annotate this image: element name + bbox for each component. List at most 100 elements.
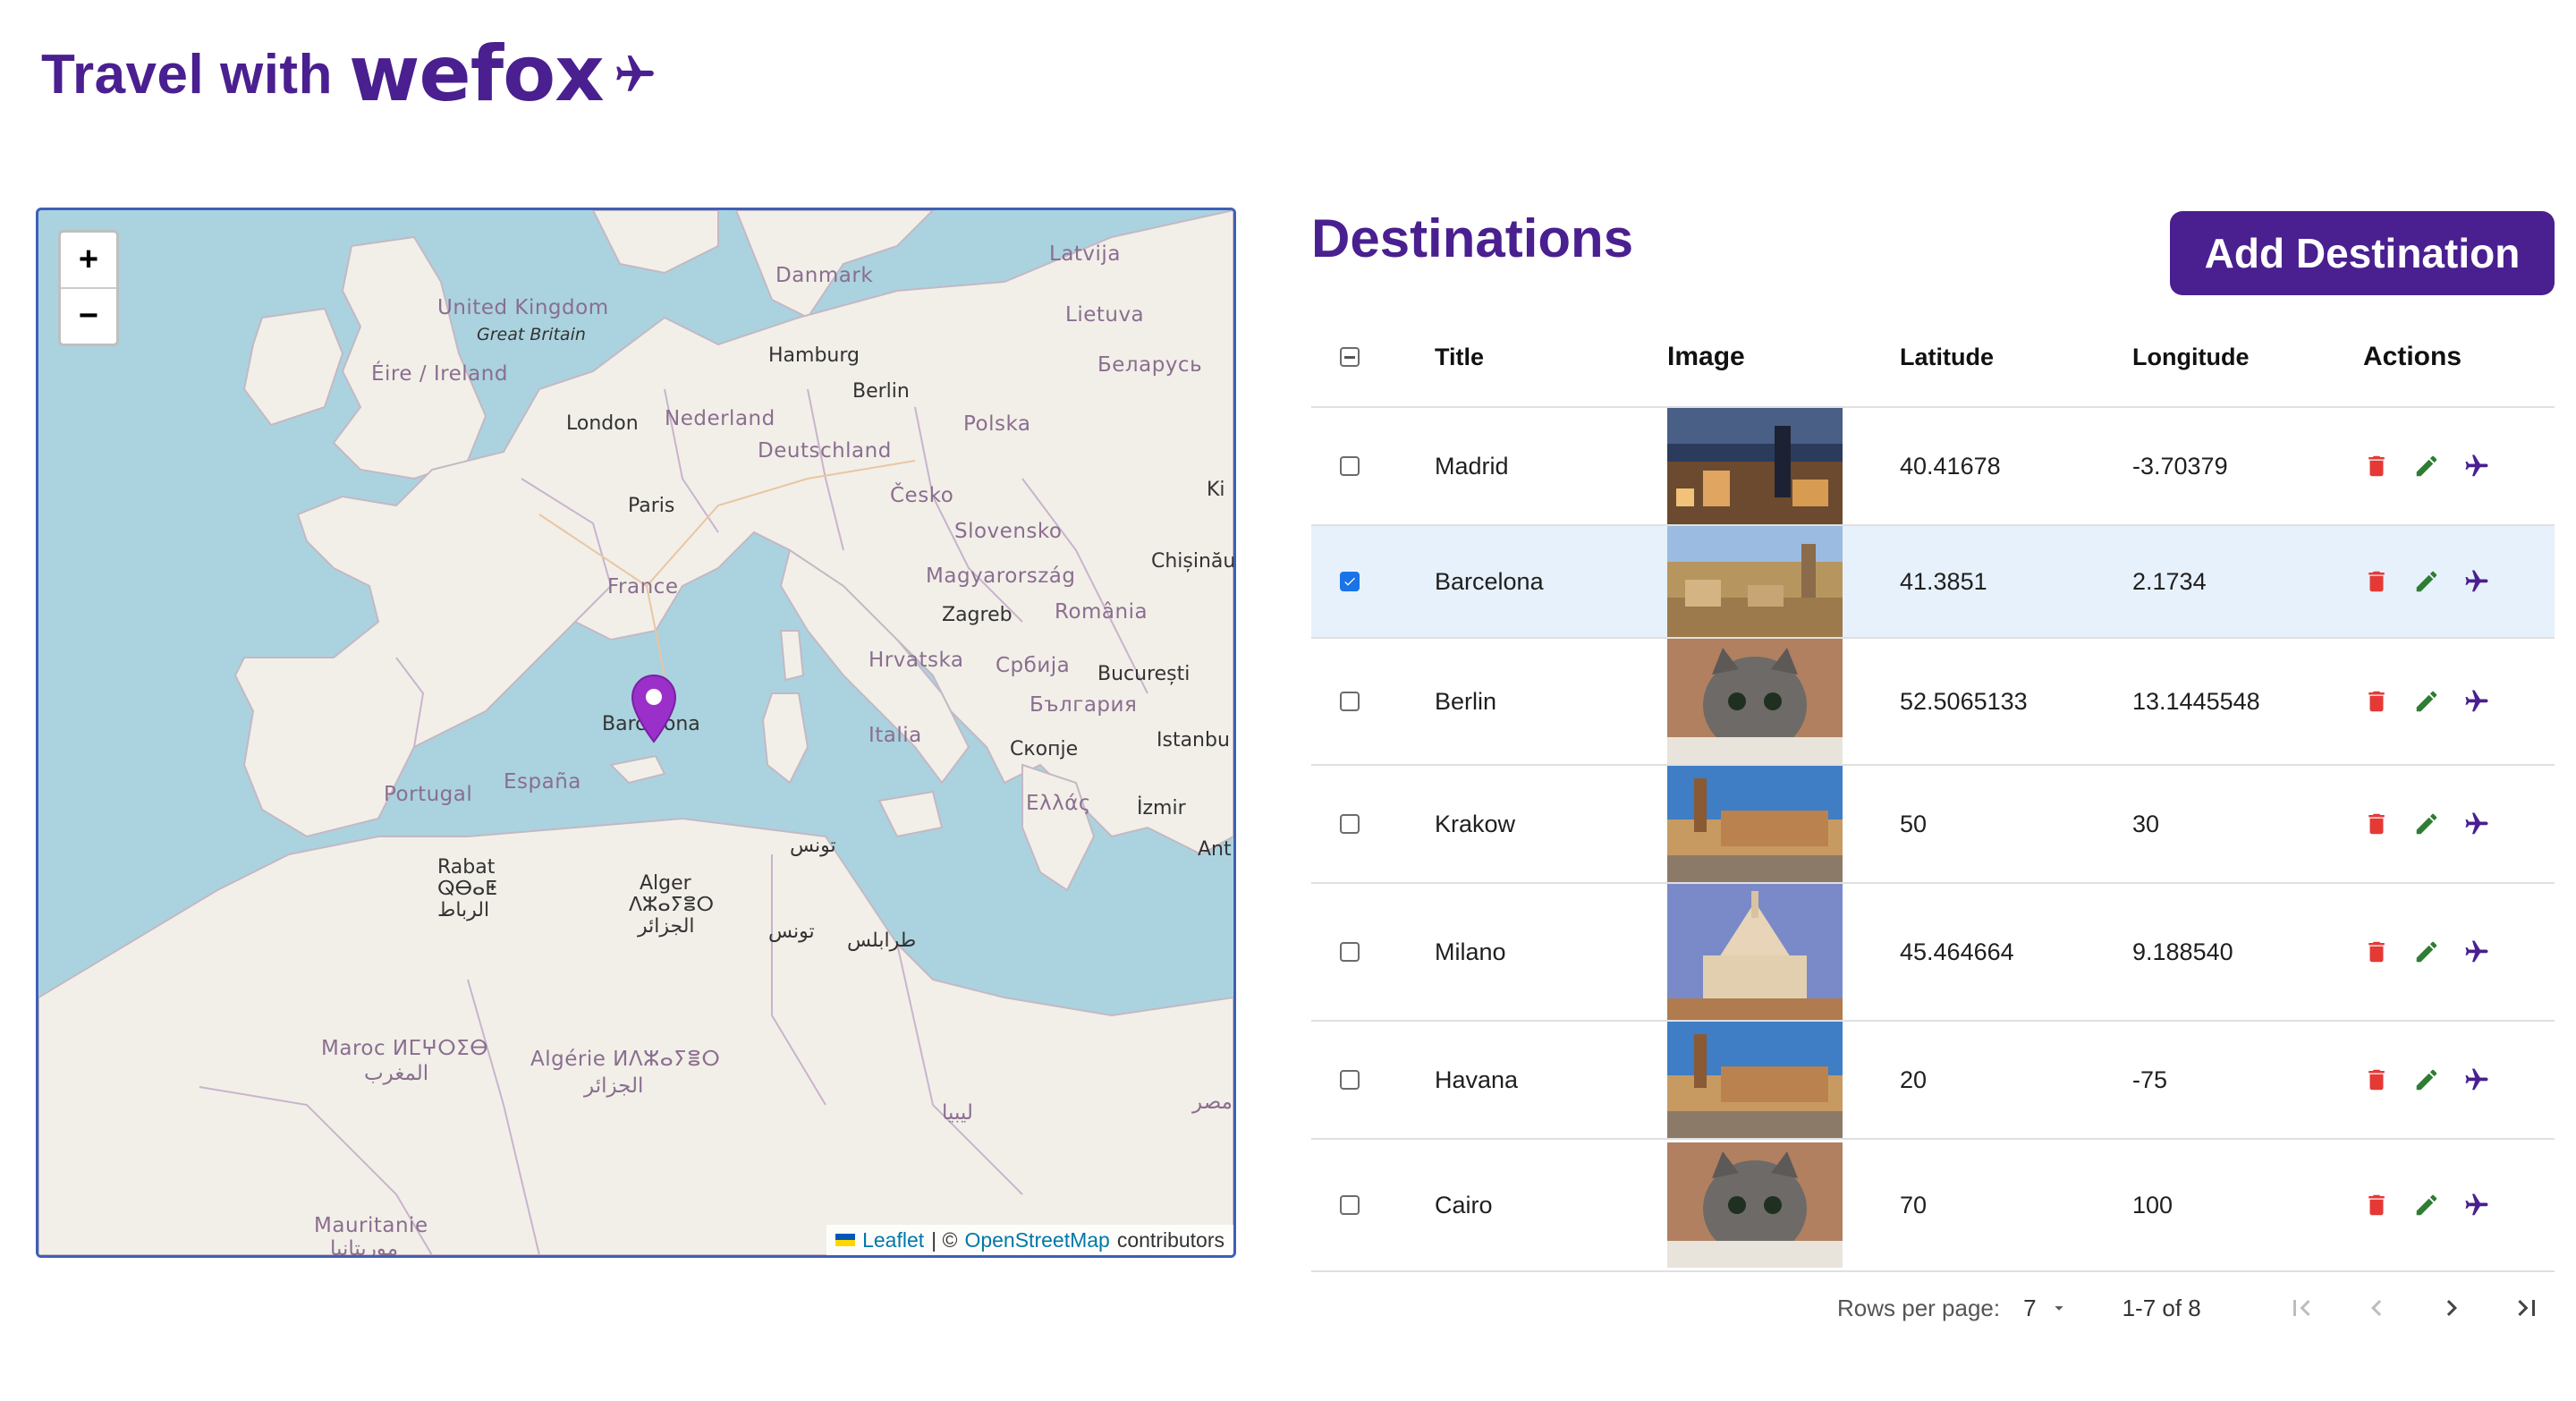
trash-icon[interactable] (2363, 688, 2390, 715)
pencil-icon[interactable] (2413, 938, 2440, 965)
table-row[interactable]: Milano 45.464664 9.188540 (1311, 884, 2555, 1022)
table-row[interactable]: Cairo 70 100 (1311, 1140, 2555, 1272)
airplane-icon[interactable] (2463, 1192, 2490, 1218)
row-image (1667, 884, 1900, 1020)
airplane-icon[interactable] (2463, 811, 2490, 837)
map-label: Alger (640, 872, 691, 895)
pencil-icon[interactable] (2413, 811, 2440, 837)
zoom-out-button[interactable]: − (61, 287, 116, 344)
table-row[interactable]: Havana 20 -75 (1311, 1022, 2555, 1140)
first-page-button[interactable] (2264, 1281, 2339, 1335)
row-title: Cairo (1435, 1191, 1493, 1218)
rows-per-page-select[interactable]: 7 (2023, 1295, 2036, 1322)
map-label: موريتانيا (330, 1237, 399, 1258)
map-label: Ki (1207, 479, 1225, 501)
row-latitude: 20 (1900, 1066, 1928, 1093)
pencil-icon[interactable] (2413, 688, 2440, 715)
map-label: Rabat (437, 856, 496, 879)
trash-icon[interactable] (2363, 453, 2390, 480)
row-checkbox[interactable] (1340, 692, 1360, 711)
pencil-icon[interactable] (2413, 1192, 2440, 1218)
table-row[interactable]: Barcelona 41.3851 2.1734 (1311, 526, 2555, 639)
page-range: 1-7 of 8 (2122, 1294, 2201, 1321)
map-attribution: Leaflet | © OpenStreetMap contributors (826, 1225, 1233, 1255)
map-label: България (1030, 693, 1138, 717)
trash-icon[interactable] (2363, 1066, 2390, 1093)
check-icon (1344, 577, 1355, 586)
map-view[interactable]: + − Latvija Danmark United Kingdom Great… (36, 208, 1236, 1258)
map-label: Berlin (852, 380, 910, 403)
column-latitude[interactable]: Latitude (1900, 344, 2132, 371)
trash-icon[interactable] (2363, 568, 2390, 595)
pencil-icon[interactable] (2413, 1066, 2440, 1093)
map-label: تونس (768, 921, 815, 943)
row-longitude: 100 (2132, 1191, 2174, 1218)
trash-icon[interactable] (2363, 938, 2390, 965)
table-row[interactable]: Berlin 52.5065133 13.1445548 (1311, 639, 2555, 766)
row-checkbox[interactable] (1340, 814, 1360, 834)
column-longitude[interactable]: Longitude (2132, 344, 2363, 371)
table-header: Title Image Latitude Longitude Actions (1311, 308, 2555, 408)
prev-page-button[interactable] (2339, 1281, 2414, 1335)
row-checkbox[interactable] (1340, 1070, 1360, 1090)
row-checkbox[interactable] (1340, 456, 1360, 476)
map-label: Maroc ⵍⵎⵖⵔⵉⴱ (321, 1037, 489, 1060)
map-marker-icon[interactable] (631, 674, 677, 743)
pagination: Rows per page: 7 1-7 of 8 (1837, 1281, 2564, 1335)
row-longitude: 9.188540 (2132, 938, 2233, 965)
ukraine-flag-icon (835, 1234, 856, 1246)
row-checkbox[interactable] (1340, 572, 1360, 591)
osm-link[interactable]: OpenStreetMap (964, 1228, 1109, 1252)
row-checkbox-cell (1311, 1070, 1435, 1090)
airplane-icon[interactable] (2463, 453, 2490, 480)
map-label: ليبيا (942, 1101, 973, 1125)
table-row[interactable]: Krakow 50 30 (1311, 766, 2555, 884)
table-row[interactable]: Madrid 40.41678 -3.70379 (1311, 408, 2555, 526)
map-label: Србија (996, 654, 1071, 677)
map-label: Zagreb (942, 604, 1013, 626)
last-page-button[interactable] (2489, 1281, 2564, 1335)
next-page-button[interactable] (2414, 1281, 2489, 1335)
map-label: Скопје (1010, 738, 1079, 760)
row-actions (2363, 688, 2555, 715)
map-label: الرباط (437, 899, 490, 921)
map-label: İzmir (1137, 797, 1186, 819)
map-label: Danmark (775, 264, 874, 287)
row-image (1667, 1142, 1900, 1268)
row-checkbox-cell (1311, 572, 1435, 591)
row-checkbox-cell (1311, 942, 1435, 962)
map-label: Magyarország (926, 565, 1076, 588)
map-label: United Kingdom (437, 296, 609, 319)
trash-icon[interactable] (2363, 1192, 2390, 1218)
caret-down-icon[interactable] (2049, 1298, 2069, 1318)
airplane-icon[interactable] (2463, 688, 2490, 715)
airplane-logo-icon (615, 55, 654, 91)
row-longitude: 2.1734 (2132, 567, 2207, 595)
column-title[interactable]: Title (1435, 344, 1667, 371)
leaflet-link[interactable]: Leaflet (862, 1228, 924, 1252)
map-label: Deutschland (758, 439, 892, 463)
row-checkbox[interactable] (1340, 1195, 1360, 1215)
pencil-icon[interactable] (2413, 453, 2440, 480)
zoom-in-button[interactable]: + (61, 233, 116, 287)
row-latitude: 45.464664 (1900, 938, 2014, 965)
airplane-icon[interactable] (2463, 938, 2490, 965)
map-label: Latvija (1049, 242, 1121, 266)
column-actions: Actions (2363, 342, 2462, 371)
row-actions (2363, 568, 2555, 595)
row-image (1667, 1022, 1900, 1138)
airplane-icon[interactable] (2463, 568, 2490, 595)
row-title: Berlin (1435, 687, 1497, 715)
rows-per-page-label: Rows per page: (1837, 1294, 2001, 1321)
pencil-icon[interactable] (2413, 568, 2440, 595)
add-destination-button[interactable]: Add Destination (2170, 211, 2555, 295)
map-label: المغرب (364, 1062, 429, 1085)
trash-icon[interactable] (2363, 811, 2390, 837)
row-checkbox[interactable] (1340, 942, 1360, 962)
map-label: Paris (628, 495, 675, 517)
airplane-icon[interactable] (2463, 1066, 2490, 1093)
select-all-cell (1311, 347, 1435, 367)
map-label: Lietuva (1065, 303, 1145, 327)
select-all-checkbox[interactable] (1340, 347, 1360, 367)
chevron-left-icon (2370, 1300, 2381, 1316)
